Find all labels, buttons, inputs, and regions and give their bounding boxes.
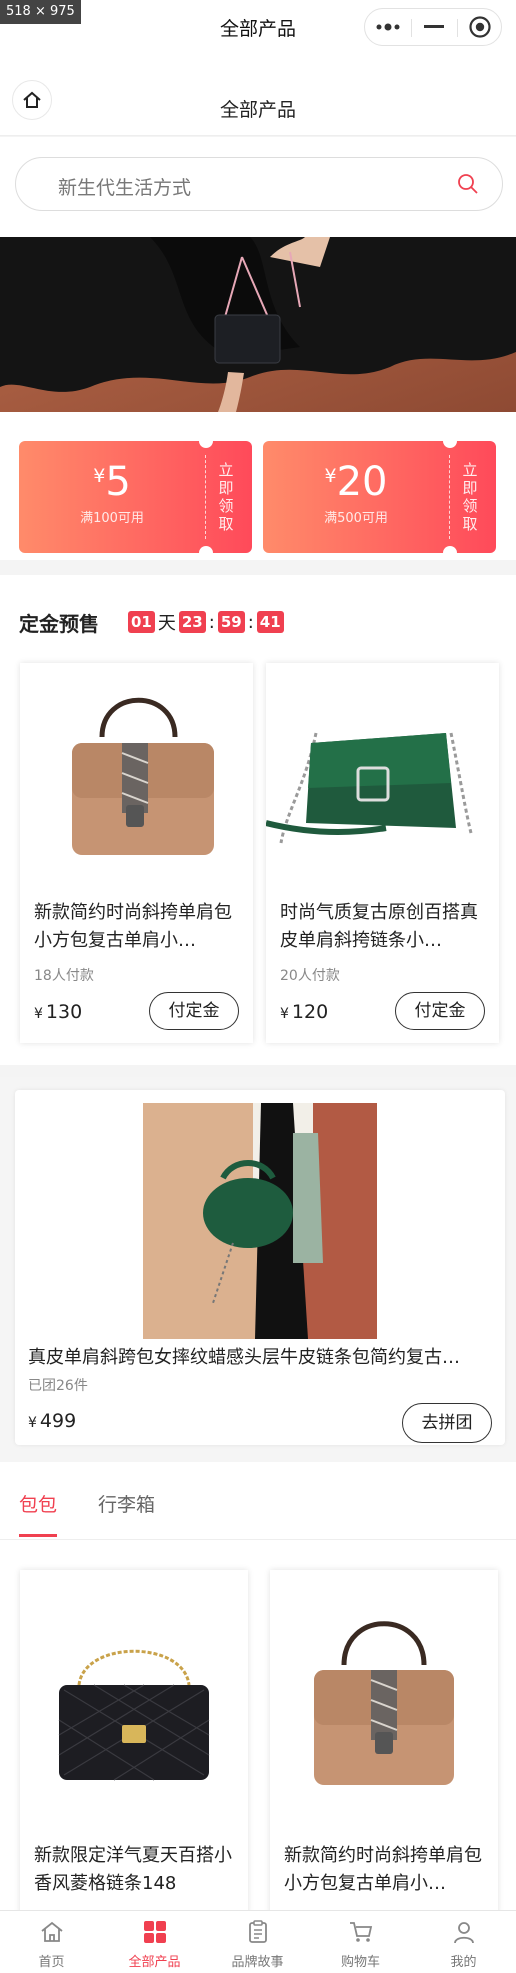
pay-deposit-button[interactable]: 付定金 <box>395 992 485 1030</box>
tab-bags[interactable]: 包包 <box>19 1490 57 1517</box>
list-product-card[interactable]: 新款限定洋气夏天百搭小香风菱格链条148 ¥136 <box>20 1570 248 1934</box>
countdown-hours: 23 <box>178 611 206 633</box>
mini-program-capsule <box>364 8 502 46</box>
screenshot-size-badge: 518 × 975 <box>0 0 81 24</box>
search-section: 新生代生活方式 <box>0 137 516 237</box>
pay-deposit-button[interactable]: 付定金 <box>149 992 239 1030</box>
tabbar-profile[interactable]: 我的 <box>412 1911 515 1973</box>
join-group-button[interactable]: 去拼团 <box>402 1403 492 1443</box>
list-product-card[interactable]: 新款简约时尚斜挎单肩包小方包复古单肩小… ¥135 <box>270 1570 498 1934</box>
more-button[interactable] <box>365 9 411 45</box>
tabbar-label: 首页 <box>38 1955 65 1970</box>
search-placeholder: 新生代生活方式 <box>58 177 192 199</box>
cart-icon <box>350 1922 373 1942</box>
group-buy-section: 真皮单肩斜跨包女摔纹蜡感头层牛皮链条包简约复古… 已团26件 ¥499 去拼团 <box>0 1077 516 1462</box>
search-input[interactable]: 新生代生活方式 <box>15 157 503 211</box>
countdown-days: 01 <box>128 611 155 633</box>
coupon-amount: ¥5 <box>93 459 131 505</box>
tabbar-home[interactable]: 首页 <box>0 1911 103 1973</box>
product-sold-count: 20人付款 <box>280 968 340 984</box>
presale-title: 定金预售 <box>19 612 99 636</box>
category-tabs: 包包 行李箱 <box>0 1462 516 1540</box>
countdown-day-unit: 天 <box>157 613 176 634</box>
presale-section: 定金预售 01 天 23 : 59 : 41 新款简约时尚斜挎单肩包小方包复古单… <box>0 575 516 1065</box>
product-list: 新款限定洋气夏天百搭小香风菱格链条148 ¥136 新款简约时尚斜挎单肩包小方包… <box>0 1540 516 1934</box>
tabbar-all-products[interactable]: 全部产品 <box>103 1911 206 1973</box>
tabbar-label: 品牌故事 <box>231 1955 284 1970</box>
claim-coupon-button[interactable]: 立即领取 <box>215 461 237 533</box>
group-buy-card[interactable]: 真皮单肩斜跨包女摔纹蜡感头层牛皮链条包简约复古… 已团26件 ¥499 去拼团 <box>15 1090 505 1445</box>
bottom-tab-bar: 首页 全部产品 品牌故事 购物车 我的 <box>0 1910 516 1973</box>
page-navbar: 全部产品 <box>0 52 516 136</box>
coupon-card[interactable]: ¥20 满500可用 立即领取 <box>263 441 496 553</box>
product-name: 新款限定洋气夏天百搭小香风菱格链条148 <box>34 1845 232 1894</box>
coupon-section: ¥5 满100可用 立即领取 ¥20 满500可用 立即领取 <box>0 412 516 560</box>
presale-product-card[interactable]: 时尚气质复古原创百搭真皮单肩斜挎链条小… 20人付款 ¥120 付定金 <box>266 663 499 1043</box>
group-sold-count: 已团26件 <box>28 1378 88 1394</box>
product-image <box>143 1103 377 1339</box>
presale-product-card[interactable]: 新款简约时尚斜挎单肩包小方包复古单肩小… 18人付款 ¥130 付定金 <box>20 663 253 1043</box>
tabbar-brand-story[interactable]: 品牌故事 <box>206 1911 309 1973</box>
close-miniprogram-button[interactable] <box>457 9 503 45</box>
banner-image <box>0 237 516 412</box>
minus-icon <box>424 25 444 28</box>
product-name: 新款简约时尚斜挎单肩包小方包复古单肩小… <box>34 902 232 951</box>
tab-luggage[interactable]: 行李箱 <box>98 1490 155 1517</box>
minimize-button[interactable] <box>411 9 457 45</box>
product-price: ¥130 <box>34 1001 83 1023</box>
tabbar-cart[interactable]: 购物车 <box>309 1911 412 1973</box>
group-price: ¥499 <box>28 1410 77 1432</box>
clipboard-icon <box>249 1920 267 1943</box>
coupon-condition: 满500可用 <box>324 511 388 526</box>
search-icon[interactable] <box>456 172 480 196</box>
product-price: ¥120 <box>280 1001 329 1023</box>
group-product-name: 真皮单肩斜跨包女摔纹蜡感头层牛皮链条包简约复古… <box>28 1347 460 1368</box>
product-image <box>20 663 253 873</box>
coupon-card[interactable]: ¥5 满100可用 立即领取 <box>19 441 252 553</box>
more-dots-icon <box>376 23 400 31</box>
product-name: 新款简约时尚斜挎单肩包小方包复古单肩小… <box>284 1845 482 1894</box>
presale-countdown: 01 天 23 : 59 : 41 <box>128 609 284 635</box>
product-image <box>274 1590 494 1795</box>
active-tab-indicator <box>19 1534 57 1537</box>
home-icon <box>41 1921 63 1942</box>
countdown-minutes: 59 <box>217 611 245 633</box>
coupon-condition: 满100可用 <box>80 511 144 526</box>
countdown-seconds: 41 <box>256 611 284 633</box>
page-title: 全部产品 <box>219 99 296 121</box>
product-name: 时尚气质复古原创百搭真皮单肩斜挎链条小… <box>280 902 478 951</box>
promo-banner[interactable] <box>0 237 516 412</box>
user-icon <box>454 1922 474 1944</box>
claim-coupon-button[interactable]: 立即领取 <box>459 461 481 533</box>
product-image <box>266 663 499 873</box>
target-icon <box>469 16 491 38</box>
grid-icon <box>144 1921 166 1943</box>
product-image <box>24 1590 244 1795</box>
tabbar-label: 我的 <box>450 1955 477 1970</box>
coupon-amount: ¥20 <box>324 459 388 505</box>
product-sold-count: 18人付款 <box>34 968 94 984</box>
tabbar-label: 全部产品 <box>128 1955 181 1970</box>
tabbar-label: 购物车 <box>340 1955 380 1970</box>
